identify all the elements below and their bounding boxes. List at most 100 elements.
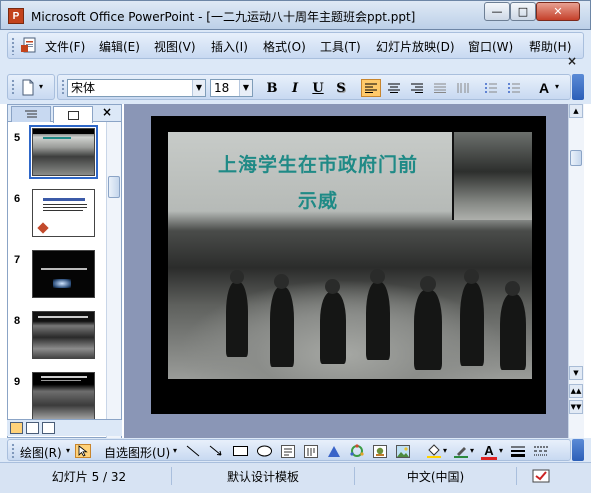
diagram-tool-button[interactable] xyxy=(349,444,365,458)
slide-thumbnail-row[interactable]: 6 xyxy=(8,189,108,245)
font-size-options-chevron-icon[interactable]: ▾ xyxy=(555,82,559,91)
minimize-button[interactable]: — xyxy=(484,2,510,21)
slide-thumbnail-row[interactable]: 5 xyxy=(8,125,108,184)
drawing-toolbar-grip-handle[interactable] xyxy=(11,443,15,458)
menu-tools[interactable]: 工具(T) xyxy=(320,38,361,55)
clip-art-tool-button[interactable] xyxy=(372,444,388,458)
menu-view[interactable]: 视图(V) xyxy=(154,38,196,55)
slide-thumbnail-8[interactable] xyxy=(32,311,95,359)
slide-photo[interactable]: 上海学生在市政府门前 示威 xyxy=(168,132,532,379)
insert-picture-tool-button[interactable] xyxy=(395,444,411,458)
toolbar-overflow-button[interactable] xyxy=(572,74,584,100)
maximize-button[interactable]: □ xyxy=(510,2,536,21)
close-pane-button[interactable]: × xyxy=(102,105,112,119)
menu-grip-handle[interactable] xyxy=(11,37,15,55)
status-design-template: 默认设计模板 xyxy=(172,467,355,485)
menu-slideshow[interactable]: 幻灯片放映(D) xyxy=(376,38,455,55)
thumb-heading-line xyxy=(43,198,85,201)
chevron-down-icon[interactable]: ▼ xyxy=(239,80,252,96)
menu-file[interactable]: 文件(F) xyxy=(45,38,85,55)
slide-sorter-view-button[interactable] xyxy=(26,422,39,434)
slide-thumbnail-row[interactable]: 7 xyxy=(8,250,108,306)
slides-pane-scrollbar[interactable] xyxy=(106,122,121,438)
line-style-icon xyxy=(511,446,525,457)
numbering-button[interactable] xyxy=(481,79,501,97)
align-right-button[interactable] xyxy=(407,79,427,97)
select-objects-button[interactable] xyxy=(75,444,91,458)
scroll-up-icon[interactable]: ▲ xyxy=(569,104,583,118)
increase-font-size-button[interactable]: A xyxy=(534,79,554,97)
tab-outline[interactable] xyxy=(11,106,51,122)
textbox-tool-button[interactable] xyxy=(280,444,296,458)
draw-menu-button[interactable]: 绘图(R) xyxy=(20,444,62,461)
menu-window[interactable]: 窗口(W) xyxy=(468,38,513,55)
powerpoint-app-icon[interactable]: P xyxy=(8,8,24,24)
wordart-tool-button[interactable] xyxy=(326,444,342,458)
autoshapes-menu-button[interactable]: 自选图形(U) xyxy=(104,444,170,461)
fill-color-button[interactable] xyxy=(426,444,442,458)
vertical-textbox-tool-button[interactable] xyxy=(303,444,319,458)
line-color-button[interactable] xyxy=(453,444,469,458)
align-center-button[interactable] xyxy=(384,79,404,97)
dash-style-button[interactable] xyxy=(533,444,549,458)
normal-view-button[interactable] xyxy=(10,422,23,434)
chevron-down-icon[interactable]: ▼ xyxy=(192,80,205,96)
slide-thumbnail-6[interactable] xyxy=(32,189,95,237)
chevron-down-icon[interactable]: ▾ xyxy=(470,446,474,455)
drawing-toolbar: 绘图(R) ▾ 自选图形(U) ▾ ▾ ▾ A ▾ xyxy=(0,438,591,462)
bullets-button[interactable] xyxy=(504,79,524,97)
slide-editing-area[interactable]: 上海学生在市政府门前 示威 xyxy=(124,104,568,438)
font-name-select[interactable]: 宋体 ▼ xyxy=(67,79,206,97)
chevron-down-icon[interactable]: ▾ xyxy=(173,446,177,455)
scrollbar-thumb[interactable] xyxy=(570,150,582,166)
arrow-tool-button[interactable] xyxy=(208,444,224,458)
toolbar-grip-handle[interactable] xyxy=(11,79,15,95)
current-slide[interactable]: 上海学生在市政府门前 示威 xyxy=(160,123,540,407)
next-slide-icon[interactable]: ▼▼ xyxy=(569,400,583,414)
font-name-value: 宋体 xyxy=(71,81,96,95)
dash-style-icon xyxy=(534,446,548,456)
spelling-status[interactable] xyxy=(517,467,565,485)
slide-thumbnail-row[interactable]: 8 xyxy=(8,311,108,367)
slide-thumbnail-7[interactable] xyxy=(32,250,95,298)
align-left-button[interactable] xyxy=(361,79,381,97)
slide-title-line-2[interactable]: 示威 xyxy=(188,186,448,213)
bold-button[interactable]: B xyxy=(262,79,282,97)
chevron-down-icon[interactable]: ▾ xyxy=(443,446,447,455)
menu-help[interactable]: 帮助(H) xyxy=(529,38,571,55)
menu-format[interactable]: 格式(O) xyxy=(263,38,306,55)
slide-thumbnail-9[interactable] xyxy=(32,372,95,420)
toolbar-options-chevron-icon[interactable]: ▾ xyxy=(39,82,43,91)
new-document-icon[interactable] xyxy=(20,79,36,96)
slideshow-view-button[interactable] xyxy=(42,422,55,434)
crowd-figure xyxy=(500,294,526,370)
line-tool-button[interactable] xyxy=(185,444,201,458)
chevron-down-icon[interactable]: ▾ xyxy=(66,446,70,455)
document-icon[interactable] xyxy=(21,36,39,54)
main-vertical-scrollbar[interactable]: ▲ ▼ ▲▲ ▼▼ xyxy=(568,104,584,438)
text-shadow-button[interactable]: S xyxy=(331,79,351,97)
slide-thumbnail-5[interactable] xyxy=(29,125,98,179)
close-window-button[interactable]: ✕ xyxy=(536,2,580,21)
line-style-button[interactable] xyxy=(510,444,526,458)
menu-edit[interactable]: 编辑(E) xyxy=(99,38,140,55)
slide-title-line-1[interactable]: 上海学生在市政府门前 xyxy=(188,150,448,177)
font-size-select[interactable]: 18 ▼ xyxy=(210,79,253,97)
previous-slide-icon[interactable]: ▲▲ xyxy=(569,384,583,398)
drawing-font-color-button[interactable]: A xyxy=(481,443,497,460)
close-document-button[interactable]: × xyxy=(567,54,577,68)
menu-insert[interactable]: 插入(I) xyxy=(211,38,248,55)
underline-button[interactable]: U xyxy=(308,79,328,97)
scrollbar-thumb[interactable] xyxy=(108,176,120,198)
column-layout-button[interactable] xyxy=(453,79,473,97)
font-toolbar-grip-handle[interactable] xyxy=(61,79,65,95)
oval-tool-button[interactable] xyxy=(256,444,272,458)
clip-art-icon xyxy=(373,444,387,458)
scroll-down-icon[interactable]: ▼ xyxy=(569,366,583,380)
italic-button[interactable]: I xyxy=(285,79,305,97)
rectangle-tool-button[interactable] xyxy=(232,444,248,458)
chevron-down-icon[interactable]: ▾ xyxy=(499,446,503,455)
tab-slides[interactable] xyxy=(53,106,93,123)
distribute-button[interactable] xyxy=(430,79,450,97)
drawing-toolbar-overflow-button[interactable] xyxy=(572,439,584,461)
